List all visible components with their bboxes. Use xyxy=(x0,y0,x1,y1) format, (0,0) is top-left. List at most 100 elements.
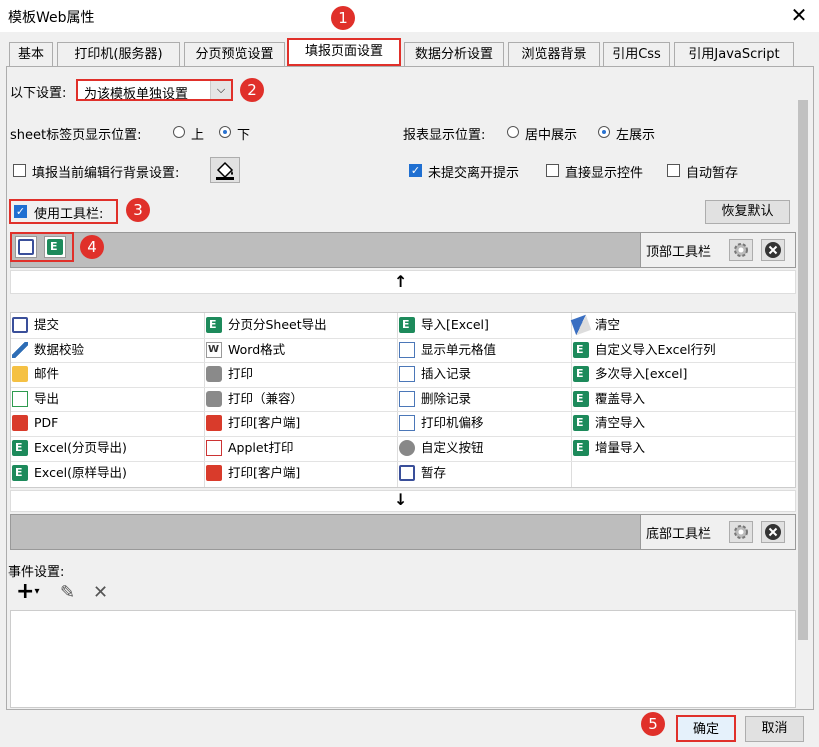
tab-printer-server[interactable]: 打印机(服务器) xyxy=(57,42,180,66)
top-toolbar-export-item[interactable] xyxy=(44,236,66,258)
toolbar-item[interactable]: 导出 xyxy=(12,387,202,411)
save-icon xyxy=(12,317,28,333)
tab-basic[interactable]: 基本 xyxy=(9,42,53,66)
close-button[interactable]: ✕ xyxy=(789,4,809,26)
edit-row-bg-label: 填报当前编辑行背景设置: xyxy=(32,166,180,181)
bucket-color-button[interactable] xyxy=(210,157,240,183)
ok-button[interactable]: 确定 xyxy=(676,715,736,742)
radio-report-center[interactable] xyxy=(507,126,519,138)
top-toolbar-settings-button[interactable] xyxy=(729,239,753,261)
tab-page-preview[interactable]: 分页预览设置 xyxy=(184,42,285,66)
toolbar-item-label: 打印[客户端] xyxy=(228,465,301,480)
radio-report-left-label: 左展示 xyxy=(616,128,656,143)
chevron-down-icon: ⌵ xyxy=(210,81,231,99)
mail-icon xyxy=(12,366,28,382)
callout-badge-4: 4 xyxy=(80,235,104,259)
callout-badge-2: 2 xyxy=(240,78,264,102)
radio-report-left[interactable] xyxy=(598,126,610,138)
settings-select[interactable]: 为该模板单独设置 ⌵ xyxy=(76,79,233,102)
toolbar-item[interactable]: Excel(原样导出) xyxy=(12,461,202,485)
tab-reference-css[interactable]: 引用Css xyxy=(603,42,670,66)
toolbar-item[interactable]: 显示单元格值 xyxy=(399,338,569,362)
arrow-down-icon: ↓ xyxy=(394,490,408,509)
toolbar-item[interactable]: 覆盖导入 xyxy=(573,387,794,411)
toolbar-item[interactable]: 打印（兼容） xyxy=(206,387,395,411)
checkbox-unsubmitted-prompt[interactable]: ✓ xyxy=(409,164,422,177)
checkbox-edit-row-bg[interactable] xyxy=(13,164,26,177)
bottom-toolbar-label: 底部工具栏 xyxy=(646,527,712,542)
toolbar-item[interactable]: 提交 xyxy=(12,313,202,337)
top-toolbar-remove-button[interactable] xyxy=(761,239,785,261)
toolbar-item-label: Excel(原样导出) xyxy=(34,465,127,480)
top-toolbar-submit-item[interactable] xyxy=(15,236,37,258)
delete-event-button[interactable]: ✕ xyxy=(93,582,108,603)
toolbar-item-label: 增量导入 xyxy=(595,440,646,455)
move-icon xyxy=(399,415,415,431)
toolbar-item[interactable]: 插入记录 xyxy=(399,362,569,386)
toolbar-item[interactable]: 多次导入[excel] xyxy=(573,362,794,386)
toolbar-item[interactable]: 打印[客户端] xyxy=(206,411,395,435)
scrollbar-thumb[interactable] xyxy=(798,100,808,640)
tab-data-analysis[interactable]: 数据分析设置 xyxy=(404,42,504,66)
cancel-button[interactable]: 取消 xyxy=(745,716,804,742)
toolbar-item-label: 邮件 xyxy=(34,366,60,381)
toolbar-item-label: 暂存 xyxy=(421,465,447,480)
checkbox-use-toolbar[interactable]: ✓ xyxy=(14,205,27,218)
toolbar-item[interactable]: Applet打印 xyxy=(206,436,395,460)
toolbar-item[interactable]: 分页分Sheet导出 xyxy=(206,313,395,337)
events-label: 事件设置: xyxy=(8,565,65,580)
caret-down-icon: ▾ xyxy=(34,586,40,597)
callout-badge-5: 5 xyxy=(641,712,665,736)
events-list[interactable] xyxy=(10,610,796,708)
radio-report-center-label: 居中展示 xyxy=(525,128,578,143)
gear-icon xyxy=(734,525,748,539)
toolbar-item-label: 自定义导入Excel行列 xyxy=(595,342,716,357)
tab-browser-background[interactable]: 浏览器背景 xyxy=(508,42,600,66)
tab-fill-page-settings[interactable]: 填报页面设置 xyxy=(287,38,401,66)
toolbar-item xyxy=(573,461,794,485)
radio-sheet-top-label: 上 xyxy=(191,128,205,143)
eraser-icon xyxy=(570,314,592,336)
toolbar-item[interactable]: 打印机偏移 xyxy=(399,411,569,435)
radio-sheet-bottom[interactable] xyxy=(219,126,231,138)
toolbar-item[interactable]: 自定义导入Excel行列 xyxy=(573,338,794,362)
bottom-toolbar-remove-button[interactable] xyxy=(761,521,785,543)
settings-label: 以下设置: xyxy=(10,86,67,101)
toolbar-item[interactable]: 暂存 xyxy=(399,461,569,485)
excel-icon xyxy=(399,317,415,333)
toolbar-item-label: 插入记录 xyxy=(421,366,472,381)
toolbar-item[interactable]: 邮件 xyxy=(12,362,202,386)
radio-sheet-top[interactable] xyxy=(173,126,185,138)
restore-default-button[interactable]: 恢复默认 xyxy=(705,200,790,224)
toolbar-item[interactable]: 打印 xyxy=(206,362,395,386)
toolbar-item-label: 清空 xyxy=(595,317,621,332)
toolbar-item[interactable]: 清空导入 xyxy=(573,411,794,435)
toolbar-item-label: 打印 xyxy=(228,366,254,381)
toolbar-item-label: 导出 xyxy=(34,391,60,406)
tab-reference-javascript[interactable]: 引用JavaScript xyxy=(674,42,794,66)
toolbar-item[interactable]: Excel(分页导出) xyxy=(12,436,202,460)
bottom-toolbar-settings-button[interactable] xyxy=(729,521,753,543)
toolbar-item[interactable]: Word格式 xyxy=(206,338,395,362)
toolbar-item[interactable]: PDF xyxy=(12,411,202,435)
toolbar-item[interactable]: 打印[客户端] xyxy=(206,461,395,485)
toolbar-item[interactable]: 导入[Excel] xyxy=(399,313,569,337)
edit-event-button[interactable]: ✎ xyxy=(60,582,75,603)
callout-badge-3: 3 xyxy=(126,198,150,222)
toolbar-item[interactable]: 数据校验 xyxy=(12,338,202,362)
toolbar-item[interactable]: 删除记录 xyxy=(399,387,569,411)
add-event-button[interactable]: +▾ xyxy=(16,580,39,604)
checkbox-direct-show[interactable] xyxy=(546,164,559,177)
close-circle-icon xyxy=(765,524,781,540)
excel-icon xyxy=(12,440,28,456)
gear-icon xyxy=(399,440,415,456)
checkbox-auto-save[interactable] xyxy=(667,164,680,177)
toolbar-item-label: Word格式 xyxy=(228,342,286,357)
title-bar xyxy=(0,0,819,32)
toolbar-item[interactable]: 自定义按钮 xyxy=(399,436,569,460)
toolbar-item-label: 自定义按钮 xyxy=(421,440,484,455)
toolbar-item[interactable]: 增量导入 xyxy=(573,436,794,460)
unsubmitted-prompt-label: 未提交离开提示 xyxy=(428,166,520,181)
toolbar-item[interactable]: 清空 xyxy=(570,313,794,337)
auto-save-label: 自动暂存 xyxy=(686,166,739,181)
